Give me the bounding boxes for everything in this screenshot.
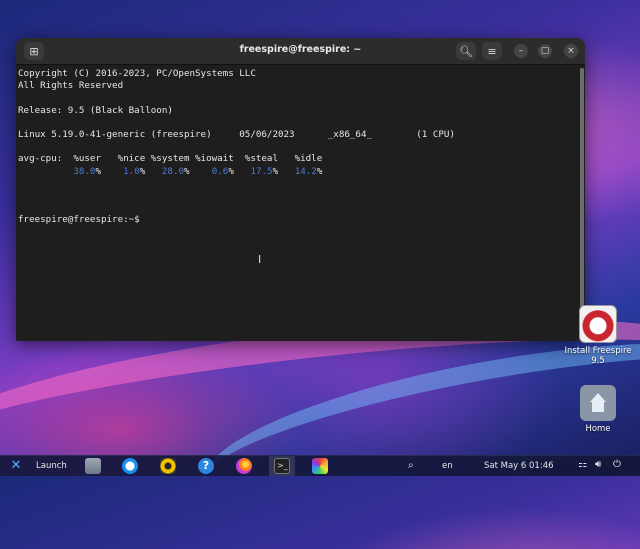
scrollbar[interactable] <box>578 68 584 337</box>
minimize-icon[interactable]: – <box>514 44 528 58</box>
text-cursor-icon: I <box>258 253 262 266</box>
disc-burner-icon[interactable] <box>160 458 176 474</box>
search-icon[interactable]: 🔍︎ <box>456 42 476 60</box>
launch-button[interactable]: Launch <box>36 461 67 471</box>
cpu-nice: 1.0 <box>123 165 140 177</box>
output-line: Linux 5.19.0-41-generic (freespire) 05/0… <box>18 129 455 141</box>
help-icon[interactable]: ? <box>198 458 214 474</box>
hamburger-menu-icon[interactable]: ≡ <box>482 42 502 60</box>
cpu-system: 28.0 <box>161 165 185 177</box>
network-icon[interactable]: ⚏ <box>578 459 587 470</box>
output-line: Release: 9.5 (Black Balloon) <box>18 104 173 116</box>
clock[interactable]: Sat May 6 01:46 <box>484 461 554 471</box>
cpu-values-line: 38.0% 1.0% 28.0% 0.6% 17.5% 14.2% <box>73 165 323 177</box>
cpu-idle: 14.2 <box>294 165 317 177</box>
files-icon[interactable] <box>85 458 101 474</box>
keyboard-language[interactable]: en <box>442 461 453 471</box>
volume-icon[interactable]: 🔊︎ <box>595 459 601 470</box>
scrollbar-thumb[interactable] <box>580 68 584 337</box>
terminal-icon[interactable]: >_ <box>274 458 290 474</box>
home-label: Home <box>585 424 611 434</box>
maximize-icon[interactable]: ▢ <box>538 44 552 58</box>
output-line: avg-cpu: %user %nice %system %iowait %st… <box>18 153 323 165</box>
terminal-window[interactable]: ⊞ freespire@freespire: ~ 🔍︎ ≡ – ▢ × Copy… <box>16 38 585 341</box>
cpu-iowait: 0.6 <box>211 165 229 177</box>
cpu-user: 38.0 <box>73 165 96 177</box>
installer-icon <box>579 305 617 343</box>
home-folder-icon <box>580 385 616 421</box>
output-line: All Rights Reserved <box>18 80 124 92</box>
home-desktop-icon[interactable]: Home <box>558 385 638 434</box>
shell-prompt[interactable]: freespire@freespire:~$ <box>18 214 573 226</box>
cpu-steal: 17.5 <box>250 165 273 177</box>
color-palette-icon[interactable] <box>312 458 328 474</box>
power-icon[interactable]: ⏻ <box>613 459 621 470</box>
install-freespire-desktop-icon[interactable]: Install Freespire 9.5 <box>558 305 638 366</box>
launcher-icon[interactable]: ✕ <box>8 458 24 474</box>
taskbar: ✕ Launch ? >_ ⌕ en Sat May 6 01:46 ⚏ 🔊︎ … <box>0 455 640 476</box>
firefox-icon[interactable] <box>236 458 252 474</box>
close-icon[interactable]: × <box>564 44 578 58</box>
software-store-icon[interactable] <box>122 458 138 474</box>
terminal-output[interactable]: Copyright (C) 2016-2023, PC/OpenSystems … <box>16 65 575 341</box>
title-bar[interactable]: ⊞ freespire@freespire: ~ 🔍︎ ≡ – ▢ × <box>16 38 585 65</box>
tray-search-icon[interactable]: ⌕ <box>408 458 414 474</box>
output-line: Copyright (C) 2016-2023, PC/OpenSystems … <box>18 68 256 79</box>
install-label: Install Freespire 9.5 <box>564 346 632 366</box>
